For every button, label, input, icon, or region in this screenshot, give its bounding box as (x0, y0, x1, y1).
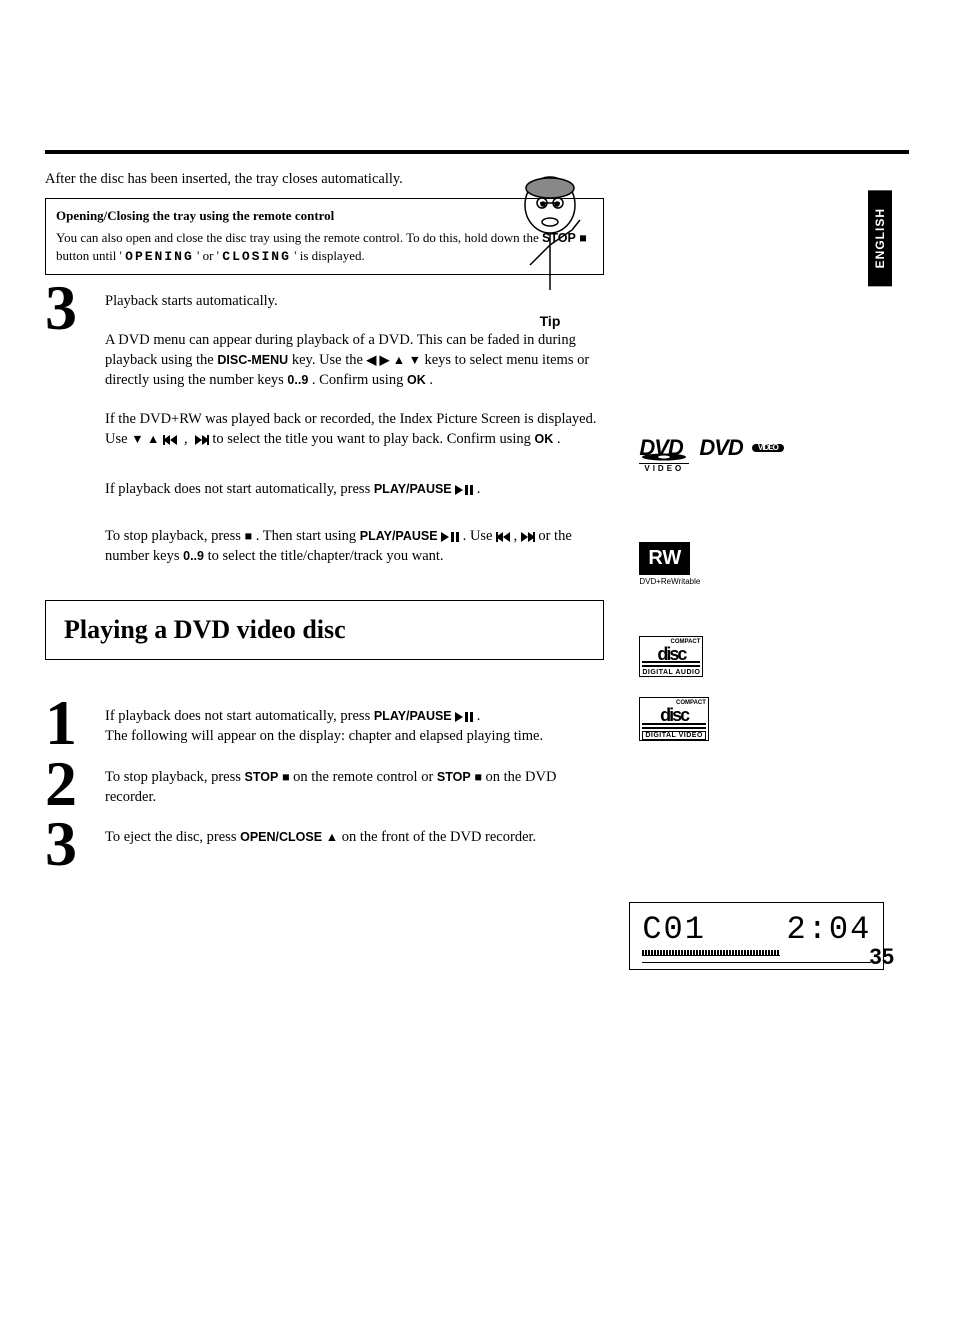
t: . (477, 708, 481, 724)
dvd-badge-logo: DVD VIDEO (699, 440, 783, 455)
language-tab: ENGLISH (868, 190, 892, 286)
section-title: Playing a DVD video disc (64, 615, 585, 645)
cd-video-logo: COMPACT disc DIGITAL VIDEO (639, 697, 909, 741)
t: DIGITAL VIDEO (642, 731, 706, 740)
updown-icon: ▼ ▲ (131, 432, 163, 446)
t: disc (642, 647, 700, 667)
progress-bar (642, 950, 779, 956)
t: on the front of the DVD recorder. (342, 829, 536, 845)
t: on the remote control or (293, 769, 437, 785)
step-number-2: 2 (45, 757, 105, 811)
stop-key-2: STOP (437, 770, 471, 784)
number-keys-2: 0..9 (183, 549, 204, 563)
t: DIGITAL AUDIO (642, 669, 700, 676)
cd-audio-logo: COMPACT disc DIGITAL AUDIO (639, 636, 909, 679)
step-number-1: 1 (45, 696, 105, 750)
step3-content: To eject the disc, press OPEN/CLOSE ▲ on… (105, 817, 604, 847)
disc-menu-key: DISC-MENU (217, 353, 288, 367)
step3-dvdrw-block: If the DVD+RW was played back or recorde… (105, 409, 604, 450)
t: The following will appear on the display… (105, 728, 543, 744)
dvd-logos: DVD VIDEO DVD VIDEO (639, 440, 909, 472)
display-closing: CLOSING (222, 249, 291, 264)
t: To stop playback, press (105, 769, 245, 785)
eject-icon: ▲ (326, 830, 338, 844)
playpause-key-2: PLAY/PAUSE (360, 529, 438, 543)
t: . (429, 372, 433, 388)
t: VIDEO (752, 444, 784, 452)
tip-text-a: You can also open and close the disc tra… (56, 230, 542, 245)
t: DVD (699, 435, 742, 460)
step3-cd-block: If playback does not start automatically… (105, 479, 604, 499)
display-opening: OPENING (125, 249, 194, 264)
page-number: 35 (870, 944, 894, 970)
ok-key-2: OK (535, 432, 554, 446)
rw-logo-sub: DVD+ReWritable (639, 577, 909, 586)
top-rule (45, 150, 909, 154)
t: key. Use the (292, 352, 367, 368)
t: To stop playback, press (105, 528, 245, 544)
t: . Use (463, 528, 496, 544)
tip-text-b: button until ' (56, 248, 122, 263)
number-keys: 0..9 (287, 373, 308, 387)
t: . (557, 431, 561, 447)
t: If playback does not start automatically… (105, 708, 374, 724)
prev-icon-2 (496, 529, 513, 543)
t: If playback does not start automatically… (105, 481, 374, 497)
step3-vcd-block: To stop playback, press ■ . Then start u… (105, 526, 604, 567)
t: to select the title/chapter/track you wa… (208, 548, 444, 564)
t: , (514, 528, 521, 544)
stop-icon-3: ■ (282, 770, 290, 784)
tip-text-c: ' or ' (197, 248, 219, 263)
display-chapter: C01 (642, 911, 706, 948)
t: VIDEO (639, 463, 689, 472)
dvd-video-logo: DVD VIDEO (639, 440, 689, 472)
progress-line (642, 962, 871, 963)
t: . Confirm using (312, 372, 407, 388)
step1-content: If playback does not start automatically… (105, 696, 604, 747)
playpause-icon (455, 482, 476, 496)
stop-icon-4: ■ (474, 770, 482, 784)
next-icon (195, 432, 212, 446)
playpause-icon-3 (455, 709, 476, 723)
t: to select the title you want to play bac… (212, 431, 534, 447)
t: . Then start using (256, 528, 360, 544)
ok-key: OK (407, 373, 426, 387)
step-number-3: 3 (45, 281, 105, 335)
step3-dvd-block: A DVD menu can appear during playback of… (105, 330, 604, 391)
section-heading-box: Playing a DVD video disc (45, 600, 604, 660)
arrow-keys-icon: ◀ ▶ ▲ ▼ (367, 353, 425, 367)
step2-content: To stop playback, press STOP ■ on the re… (105, 757, 604, 808)
rw-logo-block: RW DVD+ReWritable (639, 542, 909, 586)
playpause-key: PLAY/PAUSE (374, 482, 452, 496)
tip-text-d: ' is displayed. (294, 248, 365, 263)
tip-label: Tip (510, 313, 590, 329)
stop-key: STOP (245, 770, 279, 784)
lcd-display: C01 2:04 (629, 902, 884, 970)
next-icon-2 (521, 529, 538, 543)
prev-icon (163, 432, 180, 446)
stop-icon-2: ■ (245, 529, 253, 543)
t: disc (642, 708, 706, 728)
playpause-icon-2 (441, 529, 462, 543)
tip-mascot: Tip (510, 170, 590, 329)
display-time: 2:04 (787, 911, 872, 948)
t: . (477, 481, 481, 497)
playpause-key-3: PLAY/PAUSE (374, 709, 452, 723)
rw-logo: RW (639, 542, 690, 575)
step-number-3b: 3 (45, 817, 105, 871)
t: To eject the disc, press (105, 829, 240, 845)
open-close-key: OPEN/CLOSE (240, 830, 322, 844)
